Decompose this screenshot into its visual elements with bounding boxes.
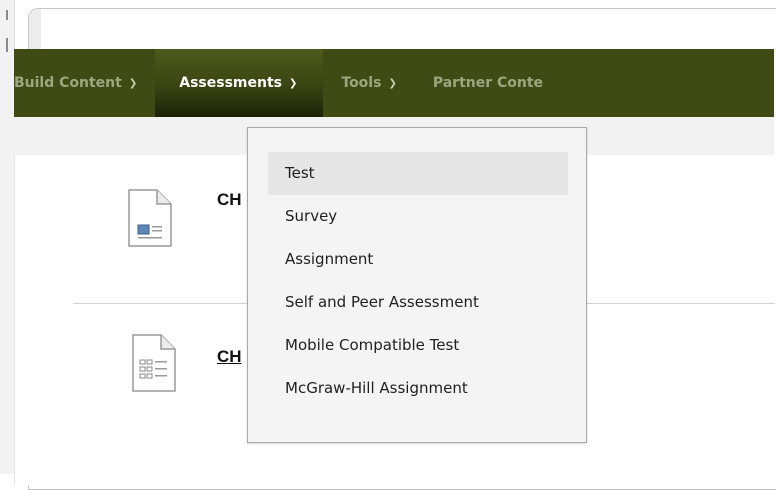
build-content-label: Build Content bbox=[14, 75, 122, 91]
content-item-title[interactable]: CH bbox=[217, 190, 242, 210]
document-icon bbox=[128, 189, 172, 247]
assessments-label: Assessments bbox=[179, 75, 282, 91]
content-item-link[interactable]: CH bbox=[217, 347, 242, 367]
menu-item-survey[interactable]: Survey bbox=[268, 195, 568, 238]
tools-label: Tools bbox=[341, 75, 382, 91]
assessments-dropdown: Test Survey Assignment Self and Peer Ass… bbox=[247, 127, 587, 443]
chevron-down-icon: ❯ bbox=[288, 77, 298, 89]
action-bar: Build Content ❯ Assessments ❯ Tools ❯ Pa… bbox=[14, 49, 774, 117]
edge-tick bbox=[6, 10, 8, 20]
document-list-icon bbox=[132, 334, 176, 392]
tools-menu[interactable]: Tools ❯ bbox=[323, 49, 414, 117]
chevron-down-icon: ❯ bbox=[128, 77, 138, 89]
partner-content-menu[interactable]: Partner Conte bbox=[415, 49, 561, 117]
dropdown-menu: Test Survey Assignment Self and Peer Ass… bbox=[268, 152, 568, 410]
menu-item-self-peer-assessment[interactable]: Self and Peer Assessment bbox=[268, 281, 568, 324]
build-content-menu[interactable]: Build Content ❯ bbox=[14, 49, 155, 117]
left-edge-strip bbox=[0, 0, 15, 474]
edge-tick bbox=[6, 38, 8, 52]
menu-item-test[interactable]: Test bbox=[268, 152, 568, 195]
chevron-down-icon: ❯ bbox=[388, 77, 397, 89]
menu-item-assignment[interactable]: Assignment bbox=[268, 238, 568, 281]
assessments-menu[interactable]: Assessments ❯ bbox=[155, 49, 324, 117]
menu-item-mobile-compatible-test[interactable]: Mobile Compatible Test bbox=[268, 324, 568, 367]
menu-item-mcgraw-hill-assignment[interactable]: McGraw-Hill Assignment bbox=[268, 367, 568, 410]
partner-content-label: Partner Conte bbox=[432, 75, 544, 91]
